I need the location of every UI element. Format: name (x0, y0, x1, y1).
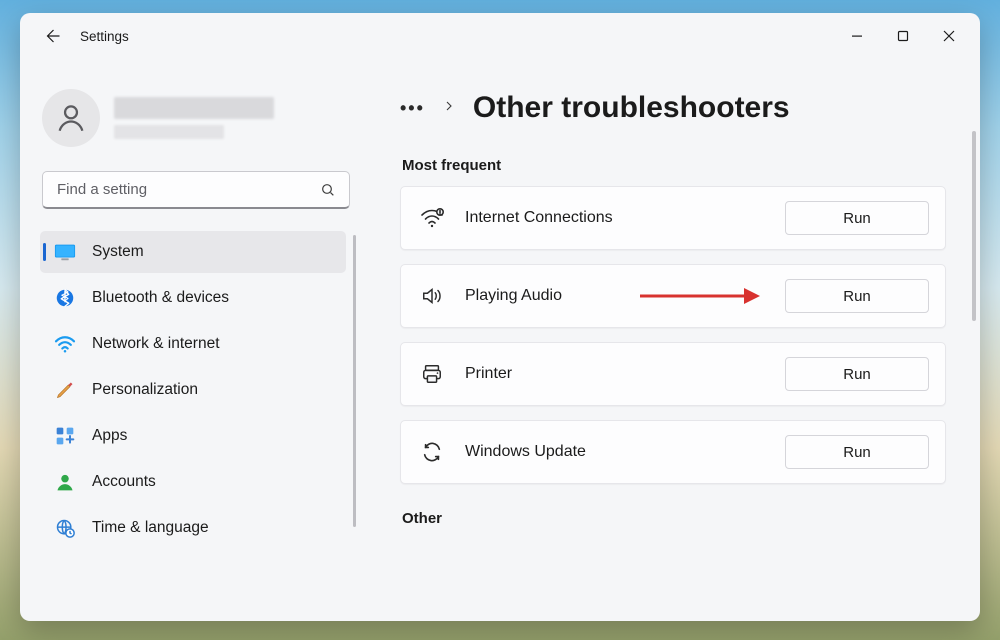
wifi-icon (54, 333, 76, 355)
troubleshooter-playing-audio: Playing Audio Run (400, 264, 946, 328)
titlebar: Settings (20, 13, 980, 59)
nav-item-accounts[interactable]: Accounts (40, 461, 346, 503)
troubleshooter-label: Printer (465, 365, 512, 383)
nav-item-label: Bluetooth & devices (92, 289, 229, 307)
user-info-redacted (114, 97, 274, 139)
troubleshooter-printer: Printer Run (400, 342, 946, 406)
minimize-button[interactable] (834, 20, 880, 52)
nav-item-label: Apps (92, 427, 127, 445)
troubleshooter-internet-connections: Internet Connections Run (400, 186, 946, 250)
search-icon[interactable] (310, 171, 346, 209)
nav-item-label: Network & internet (92, 335, 220, 353)
caption-buttons (834, 20, 972, 52)
bluetooth-icon (54, 287, 76, 309)
paintbrush-icon (54, 379, 76, 401)
nav-list: System Bluetooth & devices Network & int… (38, 229, 354, 549)
section-heading-other: Other (402, 510, 962, 527)
troubleshooter-label: Windows Update (465, 443, 586, 461)
nav-item-bluetooth[interactable]: Bluetooth & devices (40, 277, 346, 319)
troubleshooter-label: Playing Audio (465, 287, 562, 305)
section-heading-most-frequent: Most frequent (402, 157, 962, 174)
chevron-right-icon (443, 99, 455, 118)
apps-icon (54, 425, 76, 447)
speaker-icon (419, 283, 445, 309)
close-button[interactable] (926, 20, 972, 52)
avatar (42, 89, 100, 147)
troubleshooter-list: Internet Connections Run Playing Audio R… (400, 186, 962, 484)
page-title: Other troubleshooters (473, 91, 790, 125)
content-scrollbar[interactable] (972, 131, 976, 321)
content-area: ••• Other troubleshooters Most frequent … (366, 59, 980, 621)
sync-icon (419, 439, 445, 465)
run-button[interactable]: Run (785, 279, 929, 313)
back-button[interactable] (38, 22, 66, 50)
troubleshooter-label: Internet Connections (465, 209, 613, 227)
sidebar: System Bluetooth & devices Network & int… (20, 59, 366, 621)
nav-item-time-language[interactable]: Time & language (40, 507, 346, 549)
search-input[interactable] (42, 171, 350, 209)
nav-item-personalization[interactable]: Personalization (40, 369, 346, 411)
account-header[interactable] (38, 61, 354, 167)
breadcrumb: ••• Other troubleshooters (400, 73, 962, 147)
nav-item-label: Accounts (92, 473, 156, 491)
person-icon (54, 471, 76, 493)
settings-window: Settings (20, 13, 980, 621)
sidebar-scrollbar[interactable] (353, 235, 356, 527)
monitor-icon (54, 241, 76, 263)
nav-item-network[interactable]: Network & internet (40, 323, 346, 365)
globe-clock-icon (54, 517, 76, 539)
printer-icon (419, 361, 445, 387)
wifi-icon (419, 205, 445, 231)
run-button[interactable]: Run (785, 201, 929, 235)
nav-item-label: System (92, 243, 144, 261)
maximize-button[interactable] (880, 20, 926, 52)
nav-item-label: Personalization (92, 381, 198, 399)
nav-item-label: Time & language (92, 519, 209, 537)
troubleshooter-windows-update: Windows Update Run (400, 420, 946, 484)
run-button[interactable]: Run (785, 357, 929, 391)
window-title: Settings (80, 29, 129, 44)
nav-item-apps[interactable]: Apps (40, 415, 346, 457)
breadcrumb-overflow-button[interactable]: ••• (400, 98, 425, 119)
nav-item-system[interactable]: System (40, 231, 346, 273)
run-button[interactable]: Run (785, 435, 929, 469)
